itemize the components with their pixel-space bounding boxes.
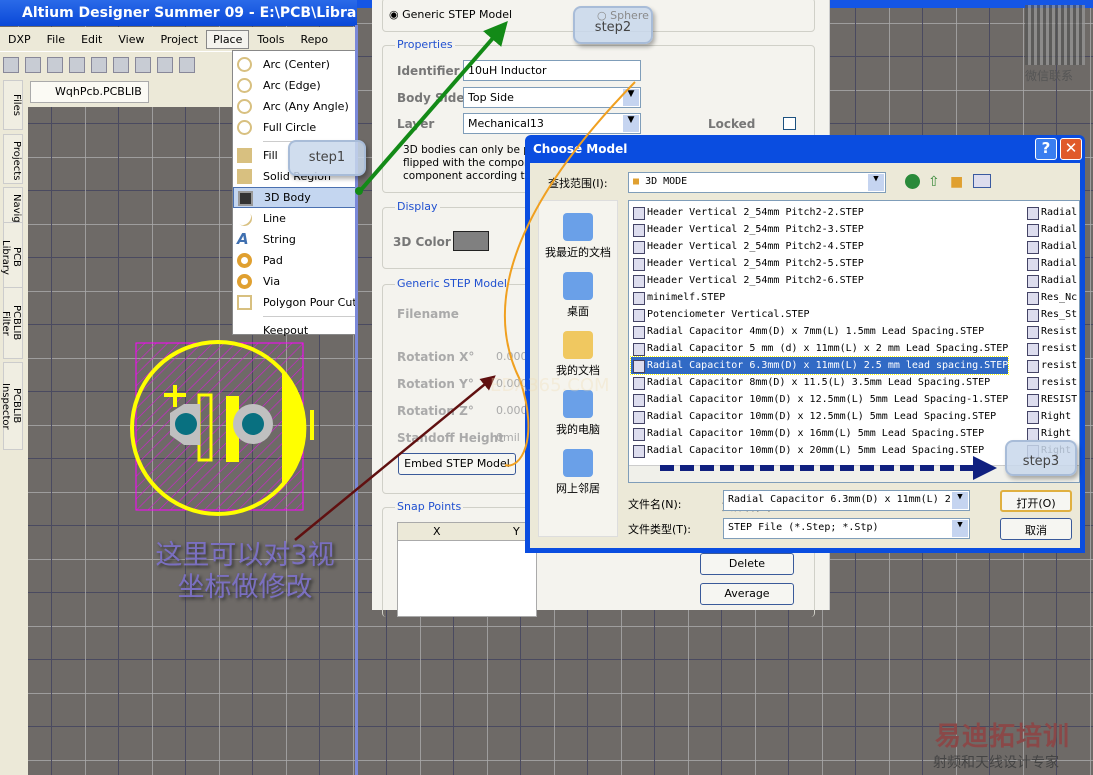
step1-arrow (358, 20, 508, 193)
step3-callout: step3 (1005, 440, 1077, 476)
step1-callout: step1 (288, 140, 366, 176)
qr-code-watermark (1025, 5, 1085, 65)
site-watermark: EDA365.COM (490, 375, 610, 396)
label: Sphere (610, 9, 649, 22)
qr-caption: 微信联系 (1025, 69, 1074, 83)
brand-subtitle-text: 射频和天线设计专家 (933, 755, 1059, 771)
step2-arrow (503, 81, 636, 467)
note-arrow (294, 375, 496, 541)
brand-watermark: 易迪拓培训 (935, 722, 1071, 752)
radio-sphere[interactable]: ○ Sphere (597, 9, 649, 22)
